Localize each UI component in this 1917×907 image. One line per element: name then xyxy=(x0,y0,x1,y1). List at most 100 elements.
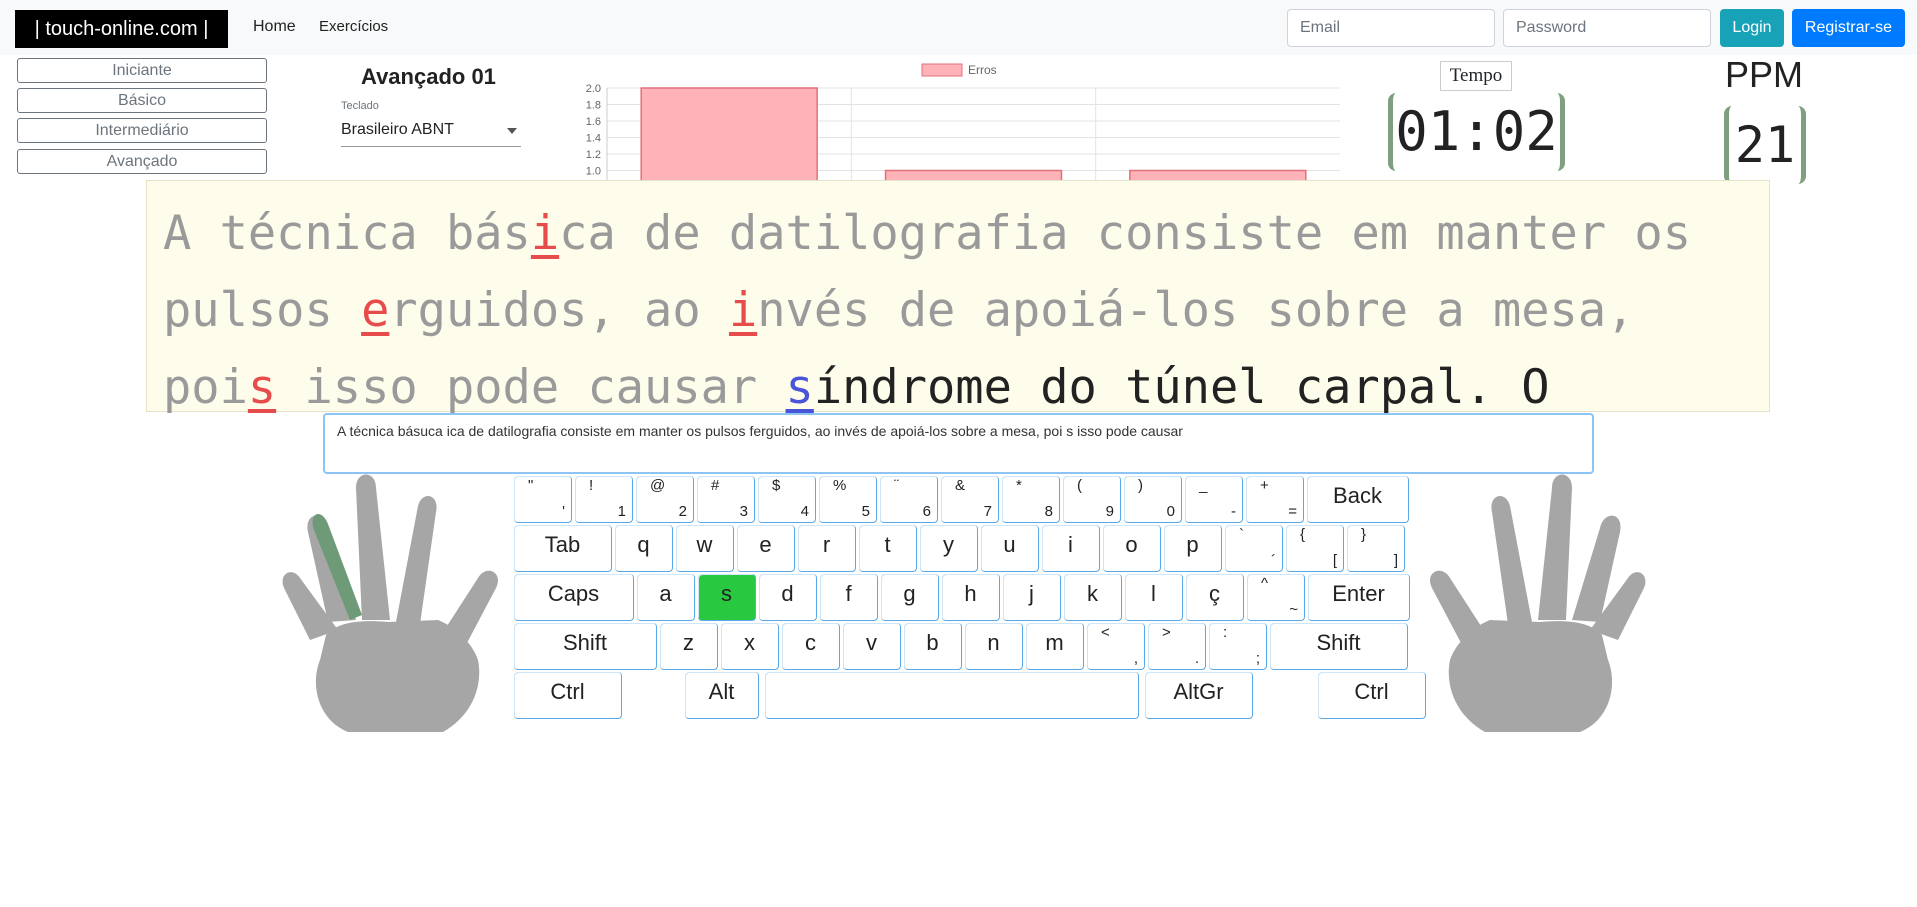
key-´[interactable]: ` ´ xyxy=(1225,525,1283,572)
key-upper-label: ` xyxy=(1239,526,1244,543)
left-hand-icon xyxy=(282,474,499,732)
caret-down-icon xyxy=(507,128,517,134)
key-s[interactable]: s xyxy=(698,574,756,621)
key-7[interactable]: & 7 xyxy=(941,476,999,523)
key-4[interactable]: $4 xyxy=(758,476,816,523)
key-n[interactable]: n xyxy=(965,623,1023,670)
level-iniciante-button[interactable]: Iniciante xyxy=(17,58,267,83)
key-label: Shift xyxy=(1316,630,1361,655)
key-w[interactable]: w xyxy=(676,525,734,572)
key-label: e xyxy=(759,532,772,557)
key-upper-label: { xyxy=(1300,526,1306,543)
key-label: u xyxy=(1003,532,1016,557)
key-p[interactable]: p xyxy=(1164,525,1222,572)
key-lower-label: [ xyxy=(1332,552,1337,569)
key-u[interactable]: u xyxy=(981,525,1039,572)
key-lower-label: 8 xyxy=(1044,503,1053,520)
key-[[interactable]: {[ xyxy=(1286,525,1344,572)
key-label: Enter xyxy=(1332,581,1385,606)
key-o[interactable]: o xyxy=(1103,525,1161,572)
key-i[interactable]: i xyxy=(1042,525,1100,572)
level-basico-button[interactable]: Básico xyxy=(17,88,267,113)
key-m[interactable]: m xyxy=(1026,623,1084,670)
keyboard-layout-value: Brasileiro ABNT xyxy=(341,121,454,138)
key-k[interactable]: k xyxy=(1064,574,1122,621)
key-=[interactable]: + = xyxy=(1246,476,1304,523)
key-label: p xyxy=(1186,532,1199,557)
key-v[interactable]: v xyxy=(843,623,901,670)
typing-textarea[interactable]: A técnica básuca ica de datilografia con… xyxy=(323,413,1594,474)
nav-exercises-link[interactable]: Exercícios xyxy=(319,18,388,35)
key-2[interactable]: @2 xyxy=(636,476,694,523)
key-6[interactable]: ¨ 6 xyxy=(880,476,938,523)
brand-logo[interactable]: | touch-online.com | xyxy=(15,10,228,48)
key-label: o xyxy=(1125,532,1138,557)
key-t[interactable]: t xyxy=(859,525,917,572)
key-z[interactable]: z xyxy=(660,623,718,670)
key-label: Tab xyxy=(544,532,581,557)
key-alt[interactable]: Alt xyxy=(685,672,759,719)
key-lower-label: 6 xyxy=(922,503,931,520)
nav-home-link[interactable]: Home xyxy=(253,18,296,36)
key-e[interactable]: e xyxy=(737,525,795,572)
key-a[interactable]: a xyxy=(637,574,695,621)
key-label: v xyxy=(866,630,877,655)
key-back[interactable]: Back xyxy=(1307,476,1409,523)
key-label: t xyxy=(884,532,891,557)
ppm-display: 21 xyxy=(1724,106,1806,184)
key-ç[interactable]: ç xyxy=(1186,574,1244,621)
key-f[interactable]: f xyxy=(820,574,878,621)
login-button[interactable]: Login xyxy=(1720,9,1784,47)
key-l[interactable]: l xyxy=(1125,574,1183,621)
key-enter[interactable]: Enter xyxy=(1308,574,1410,621)
level-intermediario-button[interactable]: Intermediário xyxy=(17,118,267,143)
key-,[interactable]: <, xyxy=(1087,623,1145,670)
key-h[interactable]: h xyxy=(942,574,1000,621)
key-label: r xyxy=(822,532,831,557)
key-caps[interactable]: Caps xyxy=(514,574,634,621)
key-space[interactable] xyxy=(765,672,1139,719)
key-c[interactable]: c xyxy=(782,623,840,670)
key-y[interactable]: y xyxy=(920,525,978,572)
level-avancado-button[interactable]: Avançado xyxy=(17,149,267,174)
key-upper-label: + xyxy=(1260,477,1269,494)
timer-display: 01:02 xyxy=(1388,93,1565,171)
key-d[interactable]: d xyxy=(759,574,817,621)
key-0[interactable]: ) 0 xyxy=(1124,476,1182,523)
register-button[interactable]: Registrar-se xyxy=(1792,9,1905,47)
key--[interactable]: _ - xyxy=(1185,476,1243,523)
key-q[interactable]: q xyxy=(615,525,673,572)
key-label: ç xyxy=(1209,581,1220,606)
key-.[interactable]: >. xyxy=(1148,623,1206,670)
key-1[interactable]: ! 1 xyxy=(575,476,633,523)
key-shift[interactable]: Shift xyxy=(514,623,657,670)
key-][interactable]: }] xyxy=(1347,525,1405,572)
key-ctrl[interactable]: Ctrl xyxy=(514,672,622,719)
key-;[interactable]: :; xyxy=(1209,623,1267,670)
email-field[interactable] xyxy=(1287,9,1495,47)
key-lower-label: 2 xyxy=(678,503,687,520)
key-label: m xyxy=(1045,630,1064,655)
key-shift[interactable]: Shift xyxy=(1270,623,1408,670)
key-~[interactable]: ^ ~ xyxy=(1247,574,1305,621)
key-ctrl[interactable]: Ctrl xyxy=(1318,672,1426,719)
key-altgr[interactable]: AltGr xyxy=(1145,672,1253,719)
key-g[interactable]: g xyxy=(881,574,939,621)
key-5[interactable]: % 5 xyxy=(819,476,877,523)
password-field[interactable] xyxy=(1503,9,1711,47)
key-upper-label: & xyxy=(955,477,966,494)
key-3[interactable]: #3 xyxy=(697,476,755,523)
key-b[interactable]: b xyxy=(904,623,962,670)
keyboard-layout-select[interactable]: Brasileiro ABNT xyxy=(341,116,521,147)
key-9[interactable]: (9 xyxy=(1063,476,1121,523)
key-r[interactable]: r xyxy=(798,525,856,572)
key-j[interactable]: j xyxy=(1003,574,1061,621)
key-x[interactable]: x xyxy=(721,623,779,670)
key-label: q xyxy=(637,532,650,557)
key-lower-label: 3 xyxy=(739,503,748,520)
keyboard-label: Teclado xyxy=(341,100,379,112)
key-tab[interactable]: Tab xyxy=(514,525,612,572)
key-8[interactable]: * 8 xyxy=(1002,476,1060,523)
exercise-title: Avançado 01 xyxy=(361,64,496,89)
key-'[interactable]: " ' xyxy=(514,476,572,523)
